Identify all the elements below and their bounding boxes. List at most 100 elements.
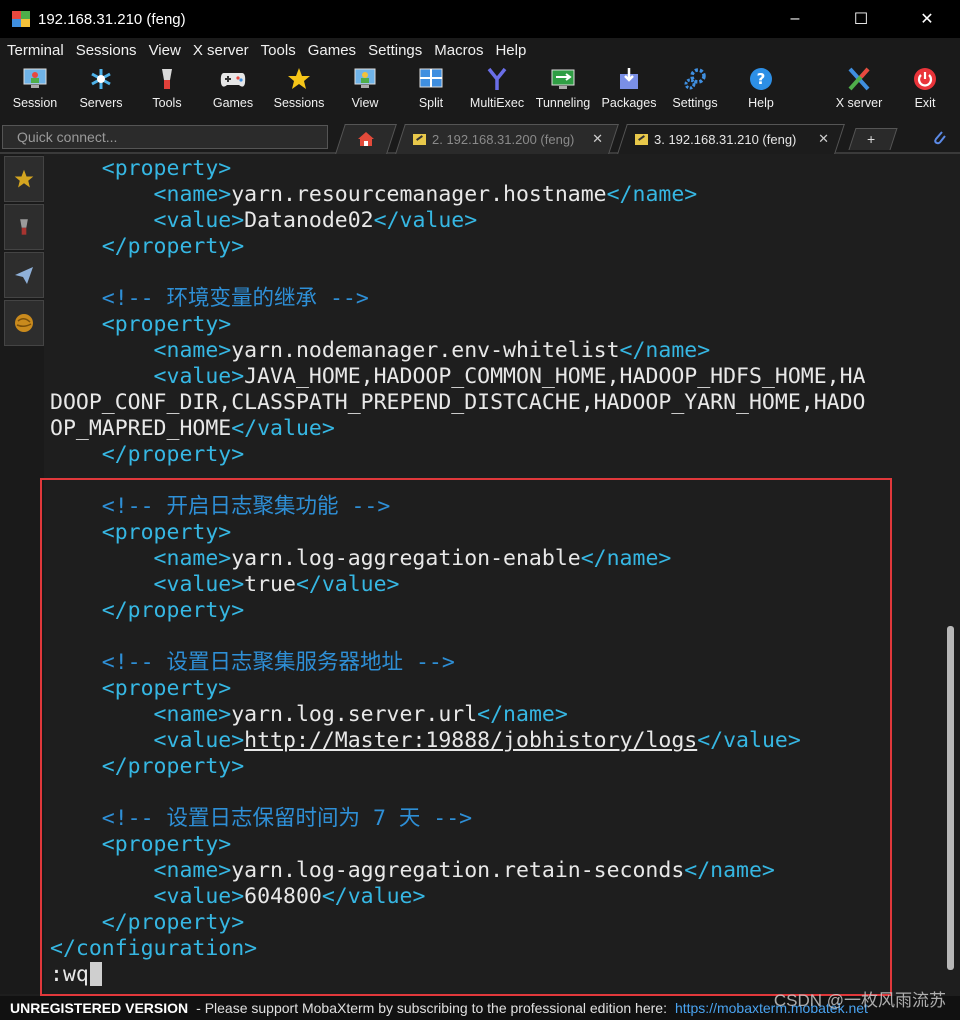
left-sidebar bbox=[0, 154, 44, 994]
multiexec-icon bbox=[487, 67, 507, 90]
terminal-line: <value>http://Master:19888/jobhistory/lo… bbox=[50, 728, 801, 753]
menu-games[interactable]: Games bbox=[305, 42, 365, 59]
terminal-line: <value>true</value> bbox=[50, 572, 400, 597]
tab-label: 2. 192.168.31.200 (feng) bbox=[432, 131, 575, 147]
tab-label: 3. 192.168.31.210 (feng) bbox=[654, 131, 797, 147]
terminal-line: </property> bbox=[50, 442, 245, 467]
menu-settings[interactable]: Settings bbox=[365, 42, 431, 59]
servers-icon bbox=[91, 69, 111, 89]
terminal-line: <value>Datanode02</value> bbox=[50, 208, 478, 233]
menu-bar: Terminal Sessions View X server Tools Ga… bbox=[0, 38, 960, 62]
close-tab-button[interactable]: ✕ bbox=[592, 131, 603, 147]
terminal-line: <name>yarn.log.server.url</name> bbox=[50, 702, 568, 727]
exit-icon bbox=[914, 68, 936, 90]
text-cursor bbox=[89, 962, 102, 986]
session-icon bbox=[23, 68, 47, 88]
svg-text:?: ? bbox=[757, 70, 766, 88]
star-icon bbox=[14, 169, 34, 188]
menu-macros[interactable]: Macros bbox=[431, 42, 492, 59]
menu-view[interactable]: View bbox=[146, 42, 190, 59]
tab-session-2[interactable]: 2. 192.168.31.200 (feng) ✕ bbox=[395, 124, 619, 154]
terminal-line: <property> bbox=[50, 156, 232, 181]
tunneling-icon bbox=[551, 69, 575, 89]
multiexec-button[interactable]: MultiExec bbox=[464, 64, 530, 110]
unregistered-label: UNREGISTERED VERSION bbox=[10, 1000, 189, 1016]
close-window-button[interactable]: ✕ bbox=[894, 0, 960, 38]
session-button[interactable]: Session bbox=[2, 64, 68, 110]
terminal-line: <value>JAVA_HOME,HADOOP_COMMON_HOME,HADO… bbox=[50, 364, 866, 389]
sidebar-sftp-button[interactable] bbox=[4, 252, 44, 298]
terminal-line: <name>yarn.log-aggregation-enable</name> bbox=[50, 546, 672, 571]
mobaxterm-app-icon bbox=[12, 11, 30, 27]
terminal-tab-icon bbox=[635, 133, 648, 145]
terminal-line: <property> bbox=[50, 520, 232, 545]
terminal-tab-icon bbox=[413, 133, 426, 145]
tools-icon bbox=[20, 219, 28, 235]
terminal-line: </property> bbox=[50, 910, 245, 935]
exit-button[interactable]: Exit bbox=[892, 64, 958, 110]
terminal-url-link[interactable]: http://Master:19888/jobhistory/logs bbox=[244, 728, 697, 753]
menu-tools[interactable]: Tools bbox=[258, 42, 305, 59]
home-icon bbox=[358, 132, 374, 146]
sessions-button[interactable]: Sessions bbox=[266, 64, 332, 110]
help-button[interactable]: ? Help bbox=[728, 64, 794, 110]
terminal-comment-line: <!-- 开启日志聚集功能 --> bbox=[50, 494, 391, 519]
terminal-line: </property> bbox=[50, 234, 245, 259]
terminal-scrollbar[interactable] bbox=[946, 156, 956, 994]
terminal-line: <name>yarn.nodemanager.env-whitelist</na… bbox=[50, 338, 711, 363]
terminal-line: <property> bbox=[50, 312, 232, 337]
terminal-command-line[interactable]: :wq bbox=[50, 962, 102, 988]
terminal-line: </configuration> bbox=[50, 936, 258, 961]
new-tab-button[interactable]: + bbox=[848, 128, 898, 150]
terminal-comment-line: <!-- 设置日志聚集服务器地址 --> bbox=[50, 650, 455, 675]
status-message: - Please support MobaXterm by subscribin… bbox=[196, 1000, 667, 1016]
menu-help[interactable]: Help bbox=[492, 42, 535, 59]
send-icon bbox=[15, 267, 33, 284]
terminal-line: <property> bbox=[50, 676, 232, 701]
sidebar-macros-button[interactable] bbox=[4, 300, 44, 346]
terminal-view[interactable]: <property> <name>yarn.resourcemanager.ho… bbox=[46, 156, 946, 994]
scroll-thumb[interactable] bbox=[947, 626, 954, 970]
menu-terminal[interactable]: Terminal bbox=[4, 42, 73, 59]
minimize-button[interactable]: – bbox=[762, 0, 828, 38]
maximize-button[interactable]: ☐ bbox=[828, 0, 894, 38]
view-icon bbox=[354, 68, 376, 88]
tab-session-3[interactable]: 3. 192.168.31.210 (feng) ✕ bbox=[617, 124, 845, 154]
terminal-line: <property> bbox=[50, 832, 232, 857]
view-button[interactable]: View bbox=[332, 64, 398, 110]
tab-bar: Quick connect... 2. 192.168.31.200 (feng… bbox=[0, 120, 960, 154]
terminal-line: <name>yarn.log-aggregation.retain-second… bbox=[50, 858, 775, 883]
help-icon: ? bbox=[750, 68, 772, 90]
packages-icon bbox=[620, 68, 638, 89]
settings-button[interactable]: Settings bbox=[662, 64, 728, 110]
x-server-icon bbox=[848, 67, 870, 91]
sidebar-sessions-button[interactable] bbox=[4, 156, 44, 202]
terminal-line: </property> bbox=[50, 754, 245, 779]
terminal-line: <name>yarn.resourcemanager.hostname</nam… bbox=[50, 182, 698, 207]
tools-button[interactable]: Tools bbox=[134, 64, 200, 110]
games-button[interactable]: Games bbox=[200, 64, 266, 110]
toolbar: Session Servers Tools Games Sessions Vie… bbox=[0, 62, 960, 120]
paperclip-icon[interactable] bbox=[930, 128, 948, 146]
split-icon bbox=[419, 68, 443, 88]
window-title: 192.168.31.210 (feng) bbox=[38, 10, 186, 28]
tunneling-button[interactable]: Tunneling bbox=[530, 64, 596, 110]
tab-home[interactable] bbox=[335, 124, 397, 154]
watermark: CSDN @一枚风雨流苏 bbox=[773, 991, 946, 1010]
packages-button[interactable]: Packages bbox=[596, 64, 662, 110]
split-button[interactable]: Split bbox=[398, 64, 464, 110]
x-server-button[interactable]: X server bbox=[826, 64, 892, 110]
globe-icon bbox=[15, 314, 33, 332]
menu-x-server[interactable]: X server bbox=[190, 42, 258, 59]
title-bar: 192.168.31.210 (feng) – ☐ ✕ bbox=[0, 0, 960, 38]
star-icon bbox=[288, 68, 310, 89]
games-icon bbox=[220, 73, 246, 87]
settings-icon bbox=[684, 68, 706, 90]
sidebar-tools-button[interactable] bbox=[4, 204, 44, 250]
servers-button[interactable]: Servers bbox=[68, 64, 134, 110]
menu-sessions[interactable]: Sessions bbox=[73, 42, 146, 59]
terminal-comment-line: <!-- 环境变量的继承 --> bbox=[50, 286, 369, 311]
quick-connect-input[interactable]: Quick connect... bbox=[2, 125, 328, 149]
terminal-line: <value>604800</value> bbox=[50, 884, 426, 909]
close-tab-button[interactable]: ✕ bbox=[818, 131, 829, 147]
